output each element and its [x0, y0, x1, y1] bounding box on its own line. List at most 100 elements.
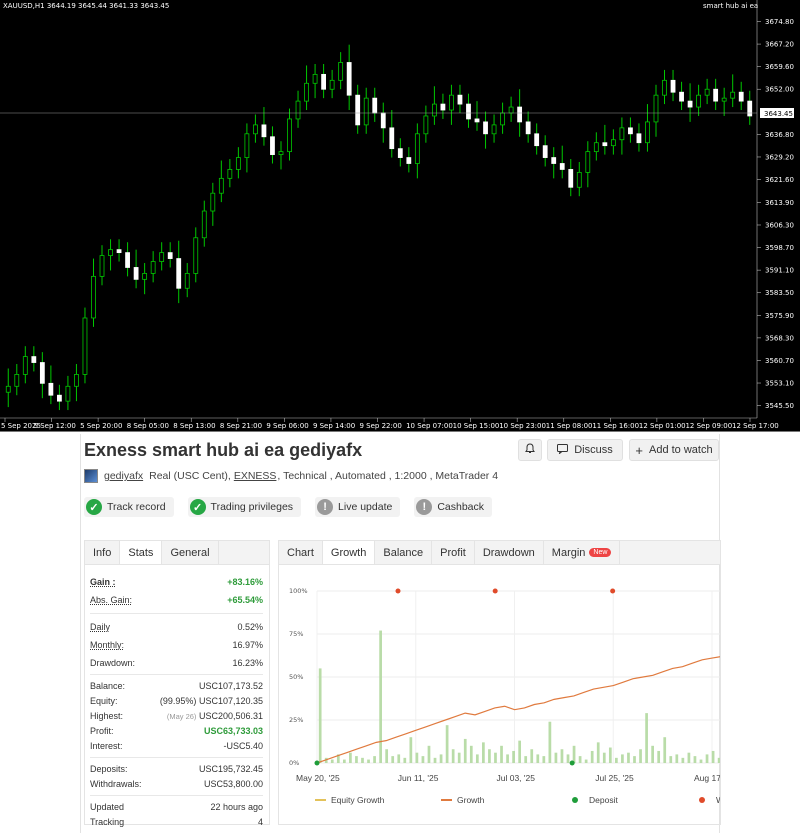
- notify-button[interactable]: [518, 439, 542, 461]
- tab-margin[interactable]: Margin New: [544, 541, 621, 564]
- y-tick-label: 50%: [289, 673, 303, 681]
- price-tick-label: 3583.50: [765, 289, 794, 297]
- tab-drawdown[interactable]: Drawdown: [475, 541, 544, 564]
- price-tick-label: 3553.10: [765, 380, 794, 388]
- account-type: Real (USC Cent),: [149, 470, 231, 482]
- candle-body: [636, 133, 642, 144]
- withdrawal-marker: [610, 588, 616, 594]
- candle-body: [431, 103, 437, 117]
- stat-label[interactable]: Gain :: [90, 577, 116, 587]
- tab-chart[interactable]: Chart: [279, 541, 323, 564]
- candle-body: [235, 157, 241, 170]
- stat-label: Highest:: [90, 711, 124, 721]
- page-title: Exness smart hub ai ea gediyafx: [84, 440, 363, 460]
- stat-label[interactable]: Abs. Gain:: [90, 595, 132, 605]
- growth-bar: [627, 752, 630, 763]
- growth-chart[interactable]: 100% 75% 50% 25% 0% May 20, '25 Jun 11, '25 Jul…: [279, 565, 721, 790]
- legend-growth[interactable]: Growth: [441, 795, 484, 805]
- stat-value: +65.54%: [227, 595, 263, 605]
- candle-body: [244, 133, 250, 158]
- candle-body: [14, 374, 20, 387]
- stat-value: USC200,506.31: [198, 711, 263, 721]
- candlestick-chart[interactable]: XAUUSD,H1 3644.19 3645.44 3641.33 3643.4…: [0, 0, 800, 432]
- price-axis: 3674.80 3667.20 3659.60 3652.00 3636.80 3629.…: [757, 18, 794, 410]
- price-tick-label: 3568.30: [765, 334, 794, 342]
- stat-label[interactable]: Monthly:: [90, 640, 124, 650]
- withdrawal-marker: [492, 588, 498, 594]
- legend-label: Deposit: [589, 795, 618, 805]
- candle-body: [474, 118, 480, 123]
- stat-value: USC63,733.03: [203, 726, 263, 736]
- time-tick-label: 8 Sep 13:00: [173, 422, 215, 430]
- legend-equity-growth[interactable]: Equity Growth: [315, 795, 384, 805]
- candle-body: [22, 356, 28, 375]
- growth-chart-box: Chart Growth Balance Profit Drawdown Mar…: [278, 540, 721, 825]
- legend-deposit[interactable]: Deposit: [572, 795, 618, 805]
- growth-bar: [554, 752, 558, 763]
- candle-body: [670, 79, 676, 93]
- growth-bar: [488, 749, 491, 763]
- growth-bar: [355, 756, 358, 763]
- tab-profit[interactable]: Profit: [432, 541, 475, 564]
- candle-body: [99, 255, 105, 277]
- badge-live-update[interactable]: ! Live update: [315, 497, 401, 517]
- username-link[interactable]: gediyafx: [104, 470, 143, 482]
- stat-tracking: Tracking 4: [90, 815, 263, 829]
- stat-value: -USC5.40: [223, 741, 263, 751]
- legend-withdrawal[interactable]: Wi: [699, 795, 720, 805]
- tab-balance[interactable]: Balance: [375, 541, 433, 564]
- x-tick-label: Aug 17: [694, 773, 721, 783]
- price-tick-label: 3674.80: [765, 18, 794, 26]
- system-panel: Exness smart hub ai ea gediyafx Discuss …: [80, 434, 721, 833]
- bell-icon: [525, 443, 535, 457]
- time-tick-label: 5 Sep 12:00: [34, 422, 76, 430]
- candle-body: [295, 100, 301, 120]
- badge-cashback[interactable]: ! Cashback: [414, 497, 493, 517]
- legend-line: [441, 799, 452, 801]
- candle-body: [278, 151, 284, 155]
- candle-body: [329, 79, 335, 90]
- candle-body: [56, 394, 62, 402]
- candle-body: [253, 124, 258, 135]
- tab-info[interactable]: Info: [85, 541, 121, 564]
- growth-bar: [584, 759, 588, 763]
- candle-body: [653, 94, 659, 123]
- candle-body: [176, 258, 182, 289]
- growth-bar: [379, 630, 382, 763]
- add-to-watch-button[interactable]: + Add to watch: [629, 439, 719, 461]
- growth-bar: [536, 754, 540, 763]
- withdrawal-marker: [395, 588, 401, 594]
- price-tick-label: 3560.70: [765, 357, 794, 365]
- badge-track-record[interactable]: ✓ Track record: [84, 497, 174, 517]
- time-tick-label: 5 Sep 20:00: [80, 422, 122, 430]
- growth-bar: [645, 713, 648, 763]
- y-tick-label: 100%: [289, 587, 308, 595]
- tab-growth[interactable]: Growth: [322, 541, 376, 564]
- stat-monthly: Monthly: 16.97%: [90, 638, 263, 652]
- broker-link[interactable]: EXNESS: [234, 470, 277, 482]
- candle-body: [721, 97, 727, 102]
- stat-value: USC195,732.45: [198, 764, 263, 774]
- price-chart[interactable]: XAUUSD,H1 3644.19 3645.44 3641.33 3643.4…: [0, 0, 800, 432]
- time-tick-label: 10 Sep 15:00: [453, 422, 500, 430]
- equity-percent: (99.95%): [159, 696, 197, 706]
- candle-body: [585, 151, 591, 173]
- stat-label: Profit:: [90, 726, 114, 736]
- growth-bar: [608, 747, 612, 763]
- growth-bar: [463, 738, 467, 763]
- discuss-button[interactable]: Discuss: [547, 439, 623, 461]
- growth-bar: [596, 742, 600, 763]
- chart-tabs: Chart Growth Balance Profit Drawdown Mar…: [279, 541, 720, 565]
- badge-trading-privileges[interactable]: ✓ Trading privileges: [187, 497, 302, 517]
- stat-interest: Interest: -USC5.40: [90, 739, 263, 753]
- price-tick-label: 3621.60: [765, 176, 794, 184]
- growth-bar: [639, 749, 642, 763]
- x-tick-label: May 20, '25: [296, 773, 340, 783]
- tab-stats[interactable]: Stats: [120, 541, 163, 564]
- stat-deposits: Deposits: USC195,732.45: [90, 762, 263, 776]
- candle-body: [39, 362, 45, 384]
- stat-label[interactable]: Daily: [90, 622, 110, 632]
- growth-bar: [717, 757, 720, 763]
- tab-general[interactable]: General: [162, 541, 219, 564]
- candle-body: [108, 249, 113, 256]
